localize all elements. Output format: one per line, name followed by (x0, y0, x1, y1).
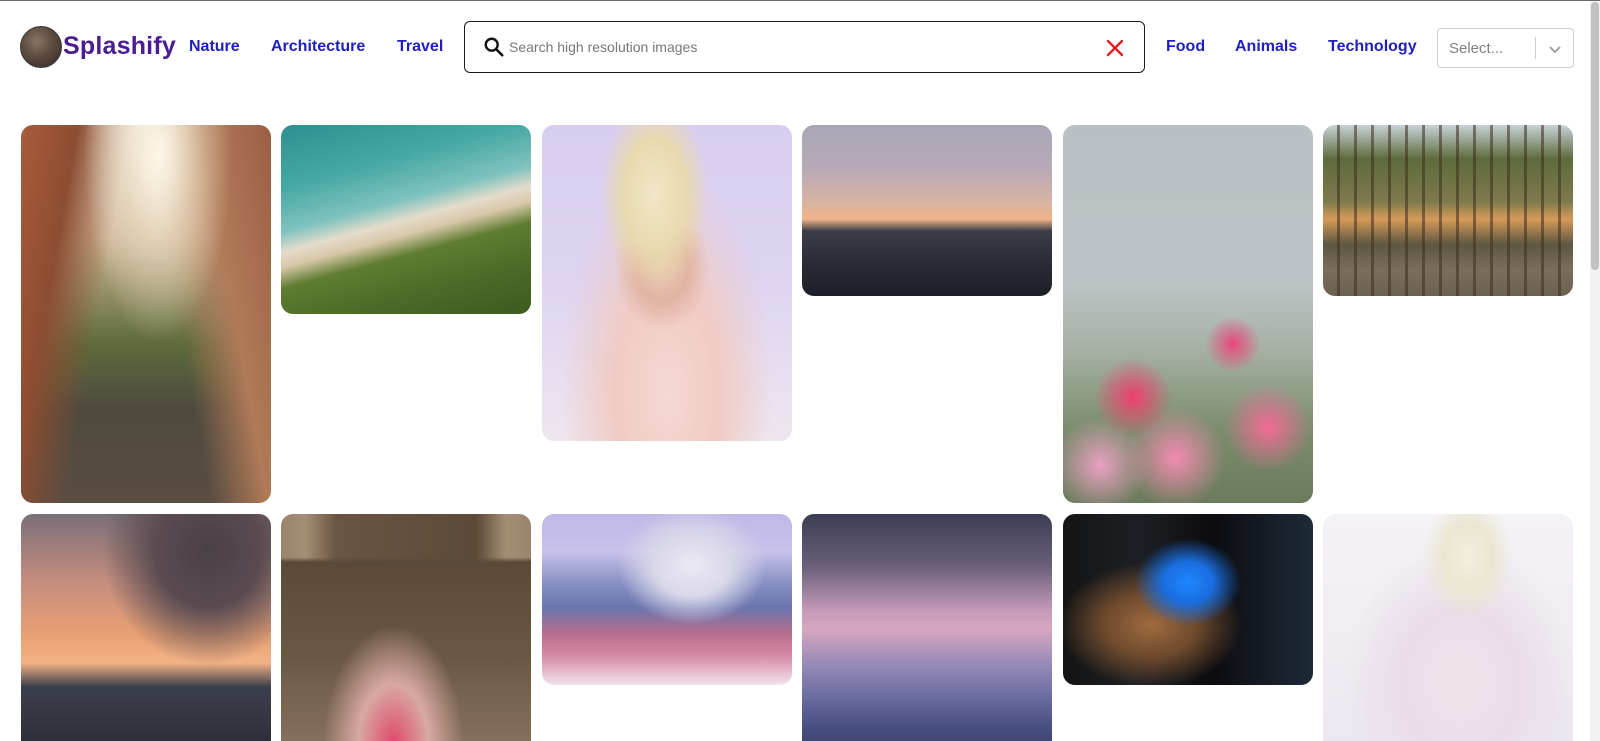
scrollbar-thumb[interactable] (1591, 2, 1599, 270)
search-box (464, 21, 1145, 73)
search-input[interactable] (509, 32, 1069, 62)
logo-avatar[interactable] (20, 26, 62, 68)
header: Splashify Nature Architecture Travel Foo… (0, 1, 1590, 93)
gallery-image-sea-sunset-silhouettes[interactable] (21, 514, 271, 741)
gallery-image-pink-flowers[interactable] (1063, 125, 1313, 503)
gallery-image-purple-haze[interactable] (802, 514, 1052, 741)
gallery-image-woman-doorway[interactable] (281, 514, 531, 741)
gallery-image-aerial-beach[interactable] (281, 125, 531, 314)
nav-link-animals[interactable]: Animals (1235, 38, 1297, 56)
page-scrollbar[interactable] (1590, 1, 1600, 741)
nav-link-travel[interactable]: Travel (397, 38, 443, 56)
gallery-image-canyon[interactable] (21, 125, 271, 503)
gallery-image-portrait-white[interactable] (1323, 514, 1573, 741)
gallery-image-snowy-mountain[interactable] (542, 514, 792, 685)
gallery-image-palm-grove[interactable] (1323, 125, 1573, 296)
gallery-image-underwater-diver[interactable] (1063, 514, 1313, 685)
select-separator (1535, 37, 1536, 59)
nav-link-architecture[interactable]: Architecture (271, 38, 365, 56)
nav-link-food[interactable]: Food (1166, 38, 1205, 56)
chevron-down-icon[interactable] (1547, 41, 1563, 57)
clear-icon[interactable] (1106, 39, 1124, 57)
nav-link-technology[interactable]: Technology (1328, 38, 1417, 56)
gallery-image-portrait-blond[interactable] (542, 125, 792, 441)
nav-link-nature[interactable]: Nature (189, 38, 240, 56)
search-icon (484, 37, 504, 57)
gallery-image-ocean-sunset[interactable] (802, 125, 1052, 296)
brand-name[interactable]: Splashify (63, 32, 176, 61)
select-value: Select... (1449, 40, 1504, 57)
category-select[interactable]: Select... (1437, 28, 1574, 68)
